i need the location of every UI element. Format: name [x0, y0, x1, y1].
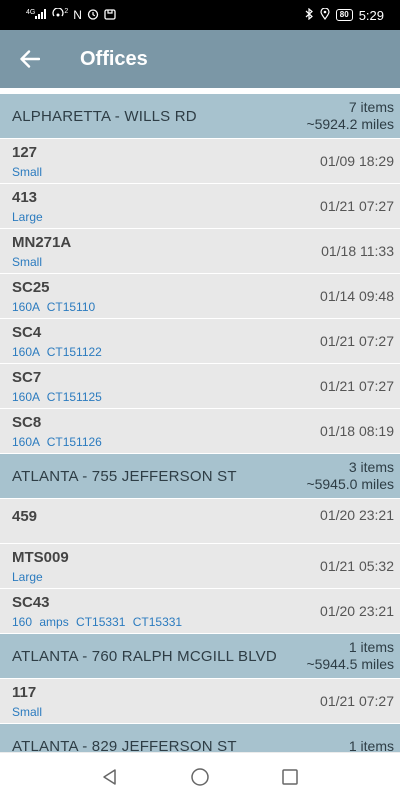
group-count: 3 items	[348, 459, 394, 475]
system-nav-bar	[0, 752, 400, 800]
item-sub: Large	[12, 209, 43, 224]
item-time: 01/14 09:48	[320, 288, 394, 304]
item-time: 01/21 05:32	[320, 558, 394, 574]
item-sub: 160A CT151125	[12, 389, 102, 404]
group-count: 7 items	[348, 99, 394, 115]
list-item[interactable]: SC8 160A CT151126 01/18 08:19	[0, 409, 400, 454]
bluetooth-icon	[305, 7, 314, 22]
item-name: 459	[12, 508, 38, 525]
group-count: 1 items	[348, 737, 394, 753]
item-name: 127	[12, 143, 38, 161]
item-sub: Small	[12, 254, 43, 269]
item-time: 01/21 07:27	[320, 378, 394, 394]
circle-home-icon	[191, 767, 209, 786]
item-time: 01/09 18:29	[320, 153, 394, 169]
list-item[interactable]: 127 Small 01/09 18:29	[0, 139, 400, 184]
item-sub: 160A CT15110	[12, 299, 96, 314]
item-time: 01/20 23:21	[320, 603, 394, 619]
status-bar: 4G 2 N 80 5:29	[0, 0, 400, 30]
item-time: 01/20 23:21	[320, 507, 394, 523]
group-name: ATLANTA - 755 JEFFERSON ST	[12, 467, 237, 485]
nfc-icon: N	[73, 8, 82, 22]
group-meta: 3 items ~5945.0 miles	[306, 459, 394, 493]
list-item[interactable]: MN271A Small 01/18 11:33	[0, 229, 400, 274]
item-name: SC43	[12, 593, 50, 611]
item-name: MN271A	[12, 233, 72, 251]
status-time: 5:29	[358, 7, 384, 23]
list-item[interactable]: SC43 160 amps CT15331 CT15331 01/20 23:21	[0, 589, 400, 634]
item-name: MTS009	[12, 548, 69, 566]
item-name: SC8	[12, 413, 42, 431]
app-notification-icon	[104, 8, 116, 22]
group-name: ALPHARETTA - WILLS RD	[12, 107, 197, 125]
item-time: 01/18 08:19	[320, 423, 394, 439]
location-icon	[320, 7, 330, 22]
item-sub: 160 amps CT15331 CT15331	[12, 614, 183, 629]
list-item[interactable]: 413 Large 01/21 07:27	[0, 184, 400, 229]
item-sub: 160A CT151122	[12, 344, 102, 359]
list-item[interactable]: 459 01/20 23:21	[0, 499, 400, 544]
group-count: 1 items	[348, 639, 394, 655]
item-name: 117	[12, 683, 37, 701]
group-meta: 7 items ~5924.2 miles	[306, 99, 394, 133]
page-title: Offices	[80, 47, 148, 70]
list-item[interactable]: 117 Small 01/21 07:27	[0, 679, 400, 724]
item-time: 01/21 07:27	[320, 198, 394, 214]
status-left: 4G 2 N	[26, 7, 116, 22]
triangle-back-icon	[103, 768, 116, 785]
nav-home-button[interactable]	[189, 766, 211, 788]
back-button[interactable]	[0, 30, 60, 88]
group-distance: ~5944.5 miles	[306, 656, 394, 672]
app-bar: Offices	[0, 30, 400, 88]
nav-back-button[interactable]	[99, 766, 121, 788]
item-sub: Small	[12, 704, 43, 719]
offices-list[interactable]: ALPHARETTA - WILLS RD 7 items ~5924.2 mi…	[0, 94, 400, 752]
list-item[interactable]: SC7 160A CT151125 01/21 07:27	[0, 364, 400, 409]
item-sub: Large	[12, 569, 43, 584]
group-header[interactable]: ALPHARETTA - WILLS RD 7 items ~5924.2 mi…	[0, 94, 400, 139]
item-sub: Small	[12, 164, 43, 179]
item-name: SC25	[12, 278, 50, 296]
item-sub: 160A CT151126	[12, 434, 102, 449]
list-item[interactable]: MTS009 Large 01/21 05:32	[0, 544, 400, 589]
hotspot-icon: 2	[52, 7, 68, 22]
group-header[interactable]: ATLANTA - 829 JEFFERSON ST 1 items	[0, 724, 400, 752]
group-meta: 1 items	[349, 738, 394, 753]
list-item[interactable]: SC4 160A CT151122 01/21 07:27	[0, 319, 400, 364]
item-name: SC7	[12, 368, 42, 386]
alarm-icon	[87, 8, 99, 22]
status-right: 80 5:29	[305, 7, 384, 23]
item-time: 01/21 07:27	[320, 333, 394, 349]
nav-recents-button[interactable]	[279, 766, 301, 788]
battery-icon: 80	[335, 9, 353, 21]
item-time: 01/18 11:33	[321, 243, 394, 259]
group-meta: 1 items ~5944.5 miles	[306, 639, 394, 673]
item-name: SC4	[12, 323, 42, 341]
group-name: ATLANTA - 829 JEFFERSON ST	[12, 737, 237, 753]
group-name: ATLANTA - 760 RALPH MCGILL BLVD	[12, 647, 277, 665]
item-time: 01/21 07:27	[320, 693, 394, 709]
square-recents-icon	[282, 768, 298, 785]
group-distance: ~5924.2 miles	[306, 116, 394, 132]
group-distance: ~5945.0 miles	[306, 476, 394, 492]
list-item[interactable]: SC25 160A CT15110 01/14 09:48	[0, 274, 400, 319]
item-name: 413	[12, 188, 38, 206]
group-header[interactable]: ATLANTA - 755 JEFFERSON ST 3 items ~5945…	[0, 454, 400, 499]
signal-icon: 4G	[26, 9, 47, 21]
arrow-left-icon	[20, 50, 40, 68]
group-header[interactable]: ATLANTA - 760 RALPH MCGILL BLVD 1 items …	[0, 634, 400, 679]
